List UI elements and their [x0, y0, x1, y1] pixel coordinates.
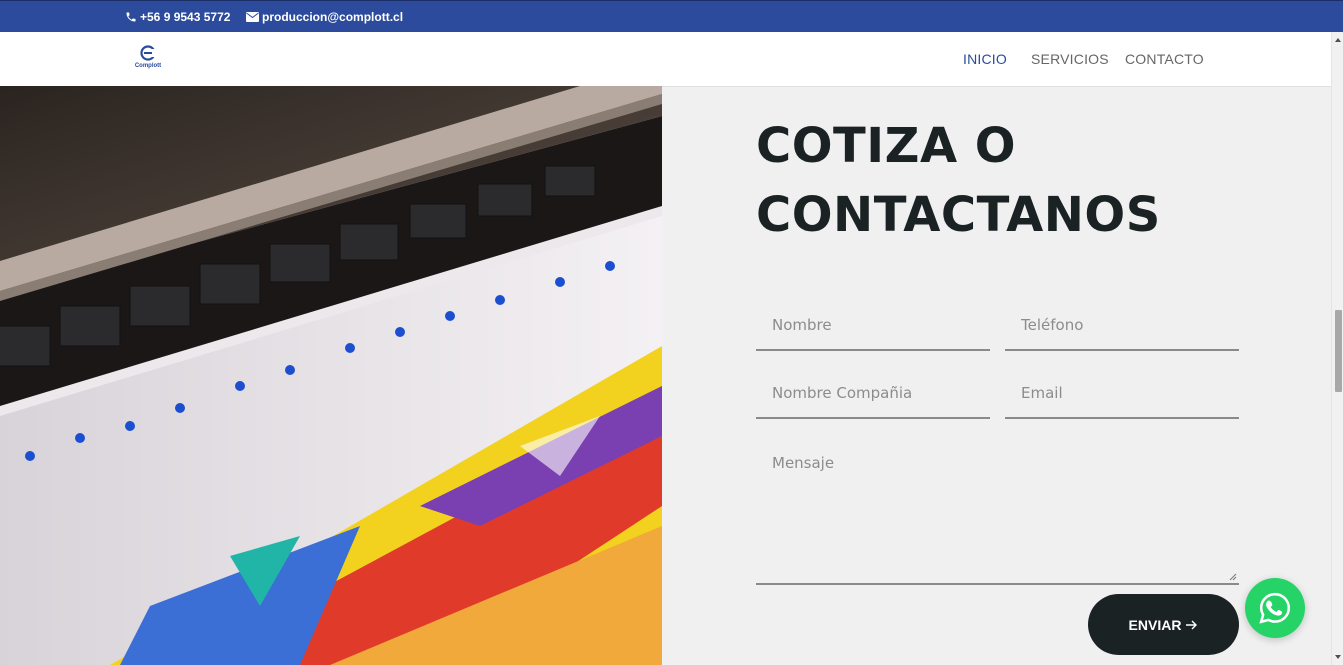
mail-icon: [246, 12, 259, 22]
scroll-up-arrow-icon[interactable]: [1335, 38, 1341, 42]
arrow-right-icon: [1186, 620, 1198, 629]
company-input[interactable]: [756, 369, 990, 417]
submit-label: ENVIAR: [1128, 616, 1182, 633]
nav-item-inicio[interactable]: INICIO: [963, 51, 1007, 67]
page: +56 9 9543 5772 produccion@complott.cl C…: [0, 0, 1343, 665]
contact-title-line-1: COTIZA O: [756, 118, 1017, 174]
phone-field: [1005, 301, 1239, 351]
topbar-phone[interactable]: +56 9 9543 5772: [125, 10, 230, 24]
nav-item-contacto[interactable]: CONTACTO: [1125, 51, 1204, 67]
email-field: [1005, 369, 1239, 419]
scrollbar-thumb[interactable]: [1335, 310, 1342, 392]
logo-mark-icon: [140, 45, 156, 61]
site-logo[interactable]: Complott: [130, 44, 166, 74]
phone-icon: [126, 12, 136, 22]
whatsapp-icon: [1259, 592, 1291, 624]
printer-hero-image: [0, 86, 662, 665]
email-address: produccion@complott.cl: [262, 10, 404, 24]
message-textarea[interactable]: [756, 444, 1239, 583]
name-field: [756, 301, 990, 351]
whatsapp-button[interactable]: [1245, 578, 1305, 638]
logo-text: Complott: [134, 63, 162, 69]
resize-grip-icon[interactable]: [1229, 573, 1237, 581]
message-field: [756, 444, 1239, 585]
email-input[interactable]: [1005, 369, 1239, 417]
submit-button[interactable]: ENVIAR: [1088, 594, 1239, 655]
topbar-email[interactable]: produccion@complott.cl: [246, 10, 403, 24]
site-header: Complott INICIO SERVICIOS CONTACTO: [0, 32, 1331, 86]
company-field: [756, 369, 990, 419]
contact-title-line-2: CONTACTANOS: [756, 187, 1161, 243]
phone-number: +56 9 9543 5772: [140, 10, 231, 24]
nav-item-servicios[interactable]: SERVICIOS: [1031, 51, 1109, 67]
contact-title: COTIZA O CONTACTANOS: [756, 112, 1236, 250]
scroll-down-arrow-icon[interactable]: [1335, 655, 1341, 659]
name-input[interactable]: [756, 301, 990, 349]
top-contact-bar: +56 9 9543 5772 produccion@complott.cl: [0, 0, 1343, 32]
phone-input[interactable]: [1005, 301, 1239, 349]
